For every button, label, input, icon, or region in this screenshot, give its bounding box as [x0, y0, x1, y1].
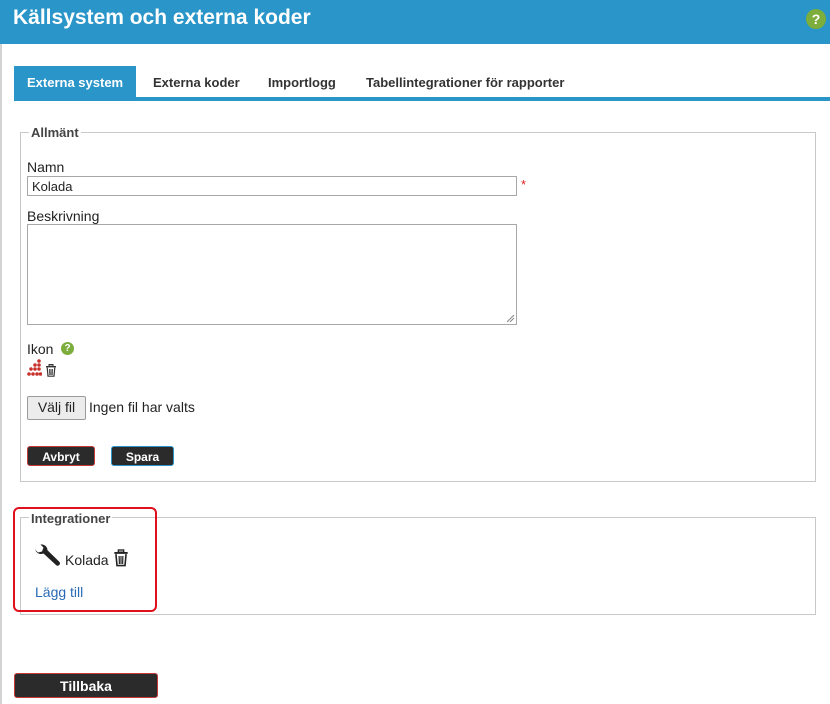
required-mark: * [521, 177, 527, 192]
add-integration-link[interactable]: Lägg till [35, 584, 83, 600]
choose-file-button[interactable]: Välj fil [27, 396, 86, 420]
page-title: Källsystem och externa koder [13, 6, 311, 29]
help-icon[interactable]: ? [806, 9, 826, 29]
integrations-fieldset [20, 517, 816, 615]
tab-externa-system[interactable]: Externa system [14, 66, 137, 97]
kolada-logo-icon [27, 359, 42, 376]
file-status: Ingen fil har valts [89, 399, 195, 415]
delete-icon-trash[interactable] [45, 364, 57, 377]
icon-help-icon[interactable]: ? [61, 342, 74, 355]
save-button[interactable]: Spara [111, 446, 174, 466]
name-label: Namn [27, 159, 65, 175]
description-textarea[interactable] [27, 224, 517, 325]
icon-label: Ikon [27, 341, 54, 357]
resize-handle-icon[interactable] [506, 314, 515, 323]
cancel-button[interactable]: Avbryt [27, 446, 95, 466]
general-legend: Allmänt [29, 125, 81, 140]
tab-tabellintegrationer[interactable]: Tabellintegrationer för rapporter [366, 66, 564, 97]
wrench-icon[interactable] [33, 544, 61, 568]
page-header: Källsystem och externa koder ? [0, 0, 830, 44]
left-border [0, 44, 2, 704]
integration-delete-icon[interactable] [113, 549, 129, 567]
name-input[interactable] [27, 176, 517, 196]
description-label: Beskrivning [27, 208, 100, 224]
integrations-legend: Integrationer [29, 511, 113, 526]
tab-importlogg[interactable]: Importlogg [268, 66, 336, 97]
back-button[interactable]: Tillbaka [14, 673, 158, 698]
tab-externa-koder[interactable]: Externa koder [153, 66, 240, 97]
tabs-underline [14, 97, 830, 101]
integration-item-label: Kolada [65, 552, 109, 568]
